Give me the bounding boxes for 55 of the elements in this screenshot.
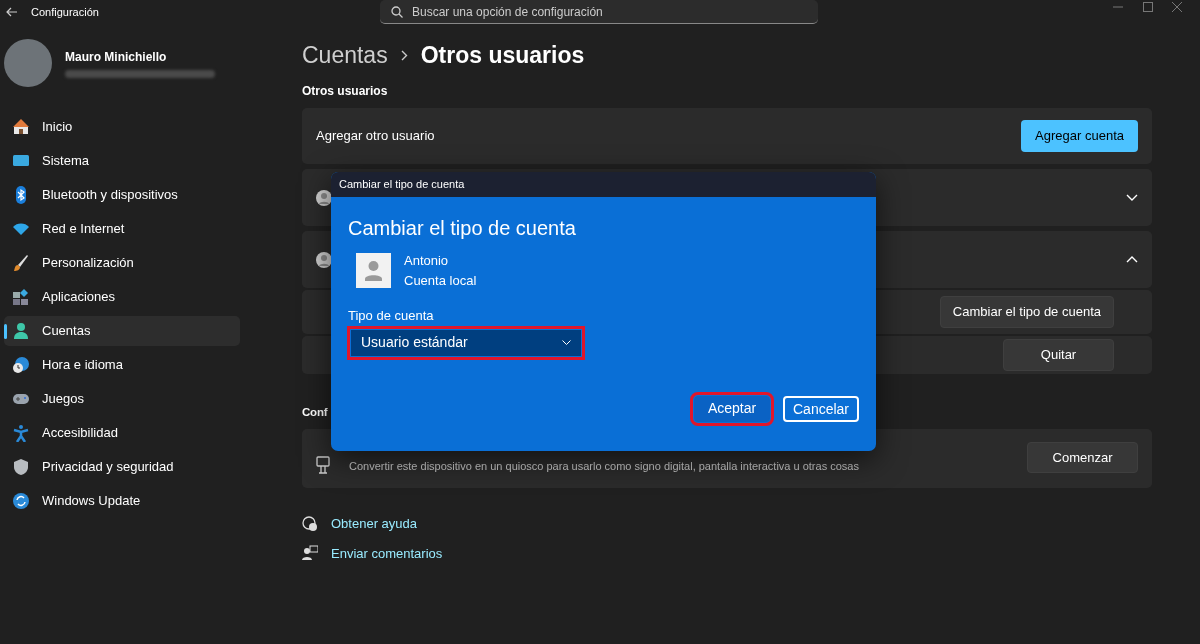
- sidebar-item-icon: [12, 322, 30, 340]
- sidebar-item[interactable]: Personalización: [4, 248, 240, 278]
- sidebar-item-icon: [12, 492, 30, 510]
- change-account-type-button[interactable]: Cambiar el tipo de cuenta: [939, 296, 1114, 328]
- close-icon[interactable]: [1172, 2, 1182, 12]
- back-arrow-icon[interactable]: [6, 7, 18, 17]
- sidebar-item-icon: [12, 458, 30, 476]
- search-field[interactable]: Buscar una opción de configuración: [380, 0, 818, 24]
- help-link[interactable]: Obtener ayuda: [331, 514, 417, 534]
- search-icon: [391, 6, 403, 18]
- profile-photo-placeholder: [4, 39, 52, 87]
- sidebar-item[interactable]: Bluetooth y dispositivos: [4, 180, 240, 210]
- setting-label: Agregar otro usuario: [316, 127, 435, 146]
- sidebar-item[interactable]: Red e Internet: [4, 214, 240, 244]
- setting-description: Convertir este dispositivo en un quiosco para usarlo como signo digital, pantalla interactiva u otras cosas: [349, 458, 859, 474]
- user-avatar-icon: [316, 189, 332, 206]
- add-account-button[interactable]: Agregar cuenta: [1021, 120, 1138, 152]
- section-heading: Conf: [302, 405, 328, 420]
- kiosk-icon: [316, 456, 330, 474]
- breadcrumb-link[interactable]: Cuentas: [302, 37, 388, 73]
- user-avatar-icon: [316, 251, 332, 268]
- chevron-up-icon: [1126, 256, 1138, 263]
- section-heading: Otros usuarios: [302, 83, 388, 99]
- sidebar-item[interactable]: Aplicaciones: [4, 282, 240, 312]
- chevron-down-icon: [562, 340, 571, 345]
- sidebar-item-icon: [12, 288, 30, 306]
- sidebar-item[interactable]: Cuentas: [4, 316, 240, 346]
- sidebar-item-icon: [12, 356, 30, 374]
- field-label: Tipo de cuenta: [348, 307, 434, 325]
- remove-button[interactable]: Quitar: [1003, 339, 1114, 371]
- sidebar-item[interactable]: Privacidad y seguridad: [4, 452, 240, 482]
- chevron-down-icon: [1126, 194, 1138, 201]
- sidebar-item[interactable]: Hora e idioma: [4, 350, 240, 380]
- cancel-button[interactable]: Cancelar: [783, 395, 859, 422]
- sidebar-item-icon: [12, 254, 30, 272]
- profile-name: Mauro Minichiello: [65, 49, 168, 67]
- feedback-icon: [302, 545, 318, 562]
- chevron-right-icon: [400, 49, 408, 61]
- sidebar-item[interactable]: Juegos: [4, 384, 240, 414]
- sidebar-item[interactable]: Windows Update: [4, 486, 240, 516]
- window-title: Configuración: [31, 4, 99, 20]
- maximize-icon[interactable]: [1142, 2, 1153, 12]
- page-title: Otros usuarios: [420, 40, 585, 70]
- sidebar-item-icon: [12, 118, 30, 136]
- account-type-text: Cuenta local: [404, 271, 477, 290]
- user-name: Antonio: [404, 252, 450, 270]
- sidebar-item[interactable]: Accesibilidad: [4, 418, 240, 448]
- dialog-window-title: Cambiar el tipo de cuenta: [339, 177, 465, 193]
- help-link[interactable]: Enviar comentarios: [331, 543, 443, 563]
- start-button[interactable]: Comenzar: [1027, 441, 1138, 474]
- user-avatar-icon: [356, 253, 391, 288]
- sidebar-item-icon: [12, 424, 30, 442]
- dialog-title: Cambiar el tipo de cuenta: [348, 216, 576, 241]
- sidebar-item[interactable]: Inicio: [4, 112, 240, 142]
- sidebar-item[interactable]: Sistema: [4, 146, 240, 176]
